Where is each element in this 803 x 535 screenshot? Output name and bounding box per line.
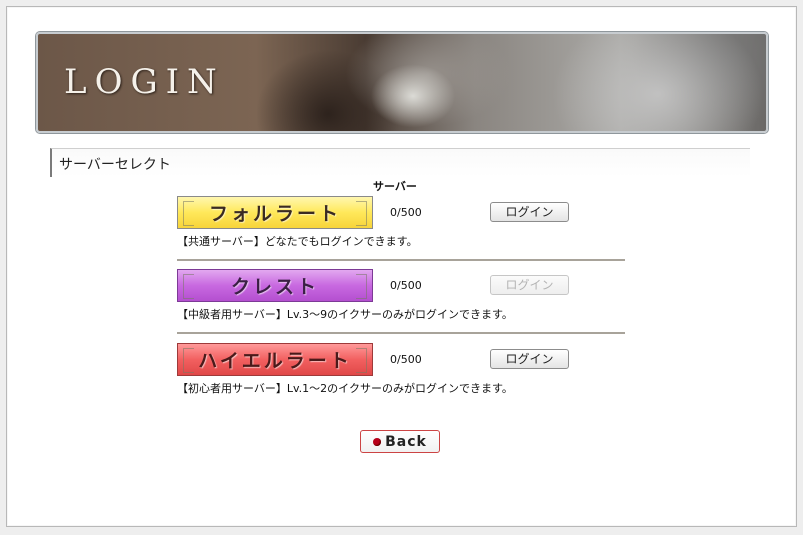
server-button-forlart[interactable]: フォルラート bbox=[177, 196, 373, 229]
back-button[interactable]: Back bbox=[360, 430, 440, 453]
login-button-hielrart[interactable]: ログイン bbox=[490, 349, 569, 369]
back-label: Back bbox=[385, 433, 427, 450]
server-description: 【初心者用サーバー】Lv.1～2のイクサーのみがログインできます。 bbox=[177, 382, 513, 395]
section-header: サーバーセレクト bbox=[50, 148, 750, 177]
server-count: 0/500 bbox=[390, 353, 422, 366]
login-banner: LOGIN bbox=[36, 32, 768, 133]
section-title: サーバーセレクト bbox=[59, 157, 171, 173]
server-button-hielrart[interactable]: ハイエルラート bbox=[177, 343, 373, 376]
server-column-header: サーバー bbox=[373, 180, 417, 193]
banner-title: LOGIN bbox=[64, 62, 225, 102]
server-count: 0/500 bbox=[390, 206, 422, 219]
server-button-crest[interactable]: クレスト bbox=[177, 269, 373, 302]
red-dot-icon bbox=[373, 437, 382, 446]
server-description: 【中級者用サーバー】Lv.3～9のイクサーのみがログインできます。 bbox=[177, 308, 513, 321]
server-description: 【共通サーバー】どなたでもログインできます。 bbox=[177, 235, 418, 248]
login-button-crest[interactable]: ログイン bbox=[490, 275, 569, 295]
server-count: 0/500 bbox=[390, 279, 422, 292]
divider bbox=[177, 332, 625, 334]
login-button-forlart[interactable]: ログイン bbox=[490, 202, 569, 222]
divider bbox=[177, 259, 625, 261]
